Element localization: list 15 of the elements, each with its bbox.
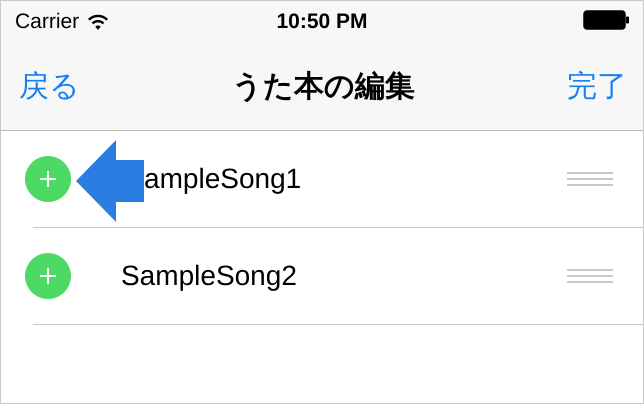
back-button[interactable]: 戻る	[19, 66, 80, 107]
plus-icon	[38, 266, 58, 286]
done-button[interactable]: 完了	[567, 66, 627, 107]
song-title: SampleSong2	[121, 260, 297, 292]
battery-icon	[583, 10, 631, 30]
reorder-handle-icon[interactable]	[567, 269, 613, 283]
nav-title: うた本の編集	[232, 68, 415, 106]
insert-button[interactable]	[25, 253, 71, 299]
reorder-handle-icon[interactable]	[567, 172, 613, 186]
song-title: ampleSong1	[144, 163, 302, 195]
carrier-name: Carrier	[15, 10, 80, 34]
wifi-icon	[87, 14, 110, 30]
status-time: 10:50 PM	[276, 10, 368, 34]
insert-button[interactable]	[25, 156, 71, 202]
plus-icon	[38, 169, 58, 189]
